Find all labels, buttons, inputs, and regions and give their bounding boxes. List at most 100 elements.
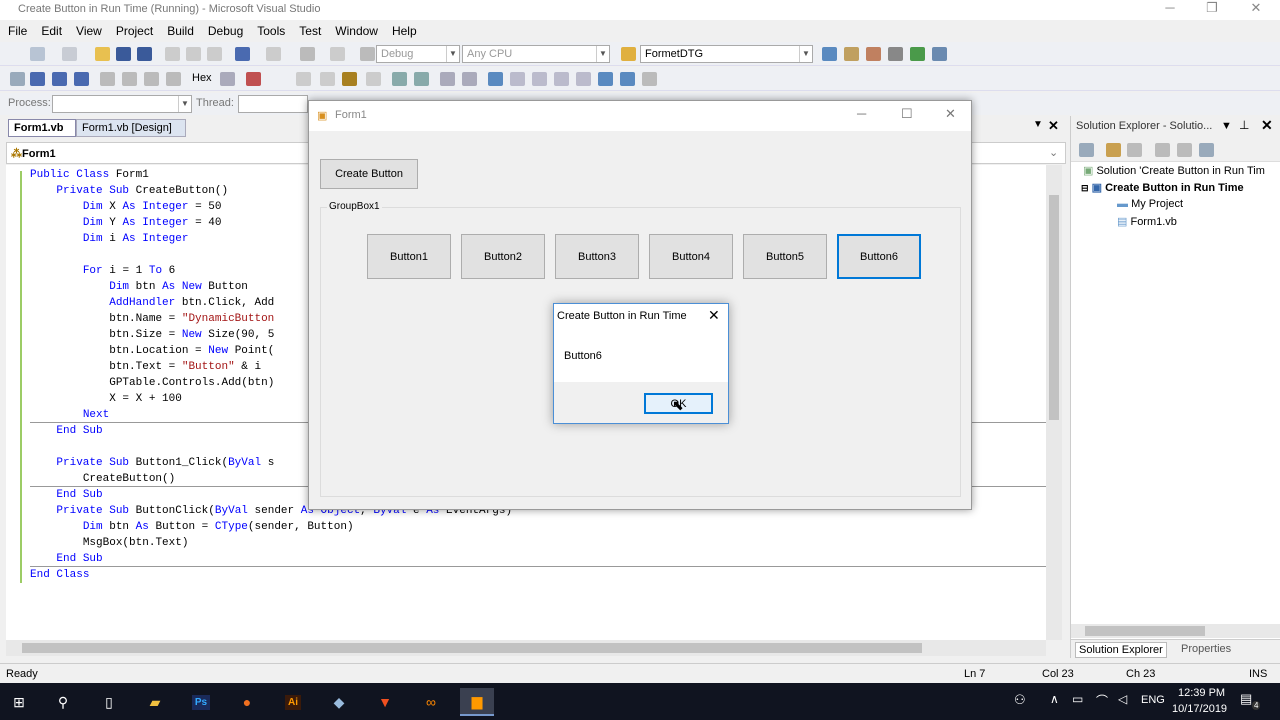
minimize-icon[interactable]: ─	[857, 106, 866, 121]
view-code-icon[interactable]	[1155, 143, 1170, 157]
menu-help[interactable]: Help	[384, 21, 423, 38]
find-in-files-icon[interactable]	[621, 47, 636, 61]
toolbar-options-icon[interactable]	[642, 72, 657, 86]
platform-select[interactable]: Any CPU ▼	[462, 45, 610, 63]
tab-properties[interactable]: Properties	[1181, 643, 1231, 655]
photoshop-icon[interactable]: Ps	[184, 688, 218, 716]
object-browser-icon[interactable]	[320, 72, 335, 86]
language-indicator[interactable]: ENG	[1141, 694, 1165, 706]
quick-find-icon[interactable]	[620, 72, 635, 86]
create-button[interactable]: Create Button	[320, 159, 418, 189]
file-explorer-icon[interactable]: ▰	[138, 688, 172, 716]
menu-edit[interactable]: Edit	[33, 21, 68, 38]
pause-icon[interactable]	[30, 72, 45, 86]
tab-solution-explorer[interactable]: Solution Explorer	[1075, 642, 1167, 658]
start-windows-icon[interactable]: ⊞	[2, 688, 36, 716]
app-glasses-icon[interactable]: ∞	[414, 688, 448, 716]
hex-toggle[interactable]: Hex	[192, 72, 212, 84]
toolbox-icon[interactable]	[888, 47, 903, 61]
toggle-icon[interactable]	[342, 72, 357, 86]
menu-view[interactable]: View	[68, 21, 108, 38]
firefox-icon[interactable]: ●	[230, 688, 264, 716]
tab-form1-design[interactable]: Form1.vb [Design]	[76, 119, 186, 137]
visual-studio-taskbar-icon[interactable]: ▆	[460, 688, 494, 716]
scroll-thumb[interactable]	[1049, 195, 1059, 420]
save-all-icon[interactable]	[137, 47, 152, 61]
people-icon[interactable]: ⚇	[1014, 692, 1026, 708]
menu-project[interactable]: Project	[108, 21, 159, 38]
step-out-icon[interactable]	[144, 72, 159, 86]
add-item-icon[interactable]	[62, 47, 77, 61]
properties-icon[interactable]	[866, 47, 881, 61]
tree-solution[interactable]: ▣ Solution 'Create Button in Run Tim	[1083, 164, 1265, 177]
show-hidden-icons-icon[interactable]: ∧	[1050, 692, 1059, 706]
replace-icon[interactable]	[598, 72, 613, 86]
network-icon[interactable]: ⌒	[1096, 692, 1108, 709]
breakpoints-icon[interactable]	[246, 72, 261, 86]
brave-icon[interactable]: ▼	[368, 688, 402, 716]
restart-icon[interactable]	[74, 72, 89, 86]
navigate-backward-icon[interactable]	[300, 47, 315, 61]
new-project-icon[interactable]	[30, 47, 45, 61]
minimize-icon[interactable]: ─	[1150, 0, 1190, 18]
menu-file[interactable]: File	[0, 21, 33, 38]
clock-date[interactable]: 10/17/2019	[1172, 703, 1227, 715]
outdent-icon[interactable]	[392, 72, 407, 86]
save-icon[interactable]	[116, 47, 131, 61]
indent-icon[interactable]	[414, 72, 429, 86]
copy-icon[interactable]	[186, 47, 201, 61]
notifications-icon[interactable]: ▤	[1240, 691, 1252, 707]
search-icon[interactable]: ⚲	[46, 688, 80, 716]
redo-icon[interactable]	[266, 47, 281, 61]
maximize-icon[interactable]: ☐	[901, 106, 913, 122]
close-icon[interactable]: ✕	[1236, 0, 1276, 18]
navigate-forward-icon[interactable]	[330, 47, 345, 61]
battery-icon[interactable]: ▭	[1072, 692, 1083, 706]
show-all-files-icon[interactable]	[1106, 143, 1121, 157]
bookmark-folder-icon[interactable]	[576, 72, 591, 86]
window-layout-icon[interactable]	[932, 47, 947, 61]
continue-icon[interactable]	[10, 72, 25, 86]
volume-icon[interactable]: ◁	[1118, 692, 1127, 706]
next-bookmark-icon[interactable]	[532, 72, 547, 86]
start-icon[interactable]	[360, 47, 375, 61]
show-next-statement-icon[interactable]	[166, 72, 181, 86]
task-view-icon[interactable]: ▯	[92, 688, 126, 716]
clear-bookmarks-icon[interactable]	[554, 72, 569, 86]
font-size-icon[interactable]	[366, 72, 381, 86]
dynamic-button-3[interactable]: Button3	[555, 234, 639, 279]
tree-form1[interactable]: ▤ Form1.vb	[1117, 215, 1177, 228]
clock-time[interactable]: 12:39 PM	[1178, 687, 1225, 699]
horizontal-scrollbar[interactable]	[6, 640, 1046, 656]
panel-dropdown-icon[interactable]: ▼	[1221, 120, 1232, 132]
collapse-icon[interactable]: ⊟	[1081, 183, 1089, 193]
class-combo[interactable]: ⁂Form1	[11, 147, 56, 160]
dynamic-button-6[interactable]: Button6	[837, 234, 921, 279]
configuration-select[interactable]: Debug ▼	[376, 45, 460, 63]
solution-explorer-icon[interactable]	[844, 47, 859, 61]
close-icon[interactable]: ✕	[708, 307, 720, 324]
menu-test[interactable]: Test	[291, 21, 327, 38]
select-icon[interactable]	[296, 72, 311, 86]
horizontal-scrollbar[interactable]	[1071, 624, 1280, 638]
properties-icon[interactable]	[1079, 143, 1094, 157]
paste-icon[interactable]	[207, 47, 222, 61]
start-page-icon[interactable]	[910, 47, 925, 61]
tree-my-project[interactable]: ▬ My Project	[1117, 198, 1183, 210]
find-icon[interactable]	[822, 47, 837, 61]
dynamic-button-4[interactable]: Button4	[649, 234, 733, 279]
chevron-down-icon[interactable]: ⌄	[1049, 146, 1058, 159]
process-select[interactable]: ▼	[52, 95, 192, 113]
menu-build[interactable]: Build	[159, 21, 200, 38]
close-icon[interactable]: ✕	[945, 106, 956, 122]
thread-select[interactable]	[238, 95, 308, 113]
open-folder-icon[interactable]	[95, 47, 110, 61]
dynamic-button-5[interactable]: Button5	[743, 234, 827, 279]
scroll-thumb[interactable]	[22, 643, 922, 653]
restore-icon[interactable]: ❐	[1192, 0, 1232, 18]
comment-icon[interactable]	[440, 72, 455, 86]
dynamic-button-1[interactable]: Button1	[367, 234, 451, 279]
bookmark-icon[interactable]	[488, 72, 503, 86]
menu-debug[interactable]: Debug	[200, 21, 249, 38]
step-over-icon[interactable]	[122, 72, 137, 86]
